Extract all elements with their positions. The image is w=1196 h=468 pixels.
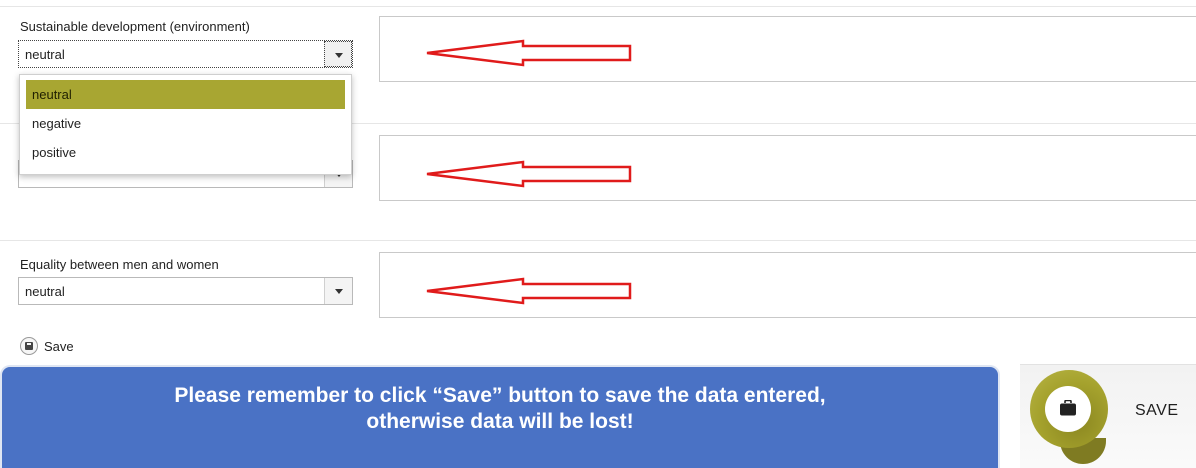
dropdown-option-negative[interactable]: negative	[26, 109, 345, 138]
big-save-button-label[interactable]: SAVE	[1135, 402, 1179, 420]
red-arrow-annotation	[426, 277, 632, 305]
save-reminder-callout: Please remember to click “Save” button t…	[0, 365, 1000, 468]
red-arrow-annotation	[426, 160, 632, 188]
field-label-sustainable-development: Sustainable development (environment)	[20, 19, 250, 34]
equality-select[interactable]: neutral	[18, 277, 353, 305]
dropdown-option-neutral[interactable]: neutral	[26, 80, 345, 109]
separator-line	[0, 6, 1196, 7]
chevron-down-icon[interactable]	[324, 278, 352, 304]
select-dropdown-list: neutral negative positive	[19, 74, 352, 175]
callout-line-1: Please remember to click “Save” button t…	[174, 384, 826, 407]
red-arrow-annotation	[426, 39, 632, 67]
dropdown-option-positive[interactable]: positive	[26, 138, 345, 167]
callout-line-2: otherwise data will be lost!	[366, 410, 634, 433]
chevron-down-icon[interactable]	[324, 41, 352, 67]
select-value: neutral	[25, 284, 65, 299]
separator-line	[0, 240, 1196, 241]
save-button[interactable]: Save	[44, 339, 74, 354]
field-label-equality: Equality between men and women	[20, 257, 219, 272]
select-value: neutral	[25, 47, 65, 62]
sustainable-development-select[interactable]: neutral	[18, 40, 353, 68]
briefcase-icon[interactable]	[1059, 400, 1077, 416]
floppy-disk-icon[interactable]	[20, 337, 38, 355]
